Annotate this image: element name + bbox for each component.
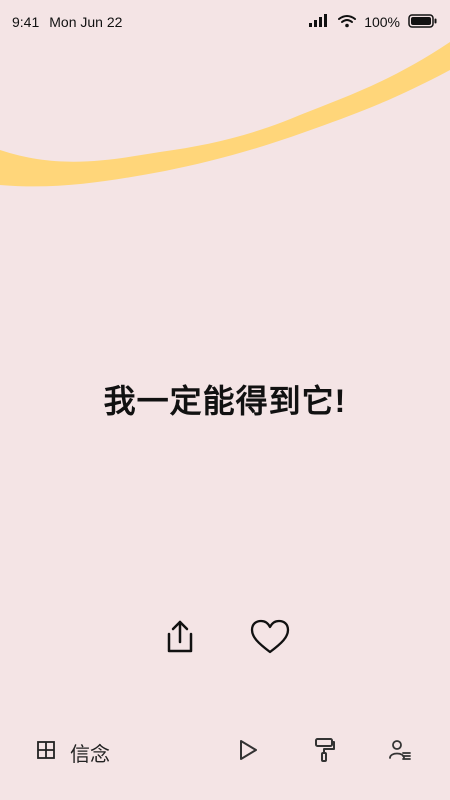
quote-text: 我一定能得到它! xyxy=(103,383,347,419)
like-button[interactable] xyxy=(250,619,290,660)
play-icon xyxy=(237,738,259,767)
status-bar: 9:41 Mon Jun 22 100% xyxy=(0,0,450,44)
grid-icon xyxy=(36,740,56,765)
profile-button[interactable] xyxy=(386,738,414,766)
share-icon xyxy=(163,618,197,661)
bottom-nav xyxy=(234,737,414,768)
paint-roller-icon xyxy=(312,737,336,768)
battery-icon xyxy=(408,13,438,31)
status-time: 9:41 xyxy=(12,14,40,30)
signal-icon xyxy=(308,13,330,31)
heart-icon xyxy=(250,619,290,660)
play-button[interactable] xyxy=(234,738,262,766)
wifi-icon xyxy=(338,14,357,31)
bottom-bar: 信念 xyxy=(0,724,450,780)
quote-actions xyxy=(0,619,450,660)
battery-text: 100% xyxy=(364,14,400,30)
profile-list-icon xyxy=(388,738,412,767)
status-left: 9:41 Mon Jun 22 xyxy=(12,14,122,30)
theme-button[interactable] xyxy=(310,737,338,768)
status-date: Mon Jun 22 xyxy=(49,14,123,30)
category-button[interactable]: 信念 xyxy=(36,738,110,767)
status-right: 100% xyxy=(308,13,438,31)
category-label: 信念 xyxy=(70,743,110,766)
share-button[interactable] xyxy=(161,620,199,658)
